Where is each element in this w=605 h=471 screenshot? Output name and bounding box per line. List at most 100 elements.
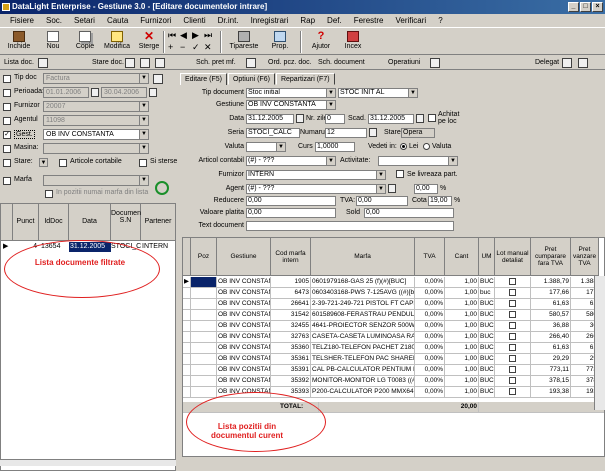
header-punct[interactable]: Punct (13, 204, 39, 241)
table-row[interactable]: OB INV CONSTAN 35391 CAL PB-CALCULATOR PEN… (183, 365, 604, 376)
lot-checkbox-box[interactable] (509, 277, 516, 285)
prev-record-icon[interactable]: ◀ (180, 30, 187, 41)
lot-checkbox-box[interactable] (509, 288, 516, 296)
header-marfa[interactable]: Marfa (311, 238, 415, 276)
gest-checkbox[interactable]: ✓ (3, 131, 11, 139)
table-row[interactable]: OB INV CONSTAN 6473 0603403168-PWS 7-125AV… (183, 288, 604, 299)
gest-select[interactable]: OB INV CONSTANTA ▼ (43, 129, 149, 140)
articole-checkbox[interactable] (59, 159, 67, 167)
lot-checkbox[interactable] (495, 365, 531, 375)
marfa-select[interactable]: ▼ (43, 175, 149, 186)
calendar-icon[interactable] (416, 114, 424, 123)
header-cod-marfa[interactable]: Cod marfa intern (271, 238, 311, 276)
perioada-checkbox[interactable] (3, 89, 11, 97)
menu-verificari[interactable]: Verificari (390, 14, 433, 27)
copie-button[interactable]: Copie (70, 30, 100, 54)
printer-icon[interactable] (153, 74, 163, 84)
lot-checkbox-box[interactable] (509, 365, 516, 373)
tip-document-code[interactable]: STOC INIT AL ▼ (338, 88, 418, 98)
lei-radio[interactable] (400, 143, 407, 150)
table-row[interactable]: OB INV CONSTAN 32455 4641-PROIECTOR SENZOR… (183, 321, 604, 332)
sch-document-button[interactable]: Sch. document (318, 57, 365, 69)
agentul-checkbox[interactable] (3, 117, 11, 125)
lot-checkbox-box[interactable] (509, 332, 516, 340)
tab-editare[interactable]: Editare (F5) (180, 73, 227, 85)
tab-repartizari[interactable]: Repartizari (F7) (275, 73, 335, 85)
data-field[interactable]: 31.12.2005 (246, 114, 294, 124)
lot-checkbox[interactable] (495, 288, 531, 298)
stare-doc-icon-2[interactable] (140, 58, 150, 68)
scadenta-field[interactable]: 31.12.2005 (368, 114, 414, 124)
menu-help[interactable]: ? (432, 14, 448, 27)
header-tva[interactable]: TVA (415, 238, 445, 276)
tip-document-select[interactable]: Stoc initial ▼ (246, 88, 336, 98)
stare-doc-button[interactable]: Stare doc. (92, 57, 124, 69)
post-record-icon[interactable]: ✓ (192, 42, 200, 53)
lot-checkbox[interactable] (495, 321, 531, 331)
lot-checkbox-box[interactable] (509, 387, 516, 395)
agent-select[interactable]: (#) - ??? ▼ (246, 184, 386, 194)
sch-pret-icon[interactable] (246, 58, 256, 68)
chevron-down-icon[interactable]: ▼ (39, 158, 48, 167)
menu-soc[interactable]: Soc. (40, 14, 68, 27)
maximize-button[interactable]: □ (580, 2, 591, 12)
lookup-icon[interactable] (388, 184, 396, 193)
lot-checkbox[interactable] (495, 299, 531, 309)
tip-doc-select[interactable]: Factura ▼ (43, 73, 149, 84)
valoare-platita-field[interactable]: 0,00 (246, 208, 336, 218)
table-row[interactable]: OB INV CONSTAN 35360 TELZ180-TELEFON PACHE… (183, 343, 604, 354)
sch-pret-button[interactable]: Sch. pret mf. (196, 57, 236, 69)
delegat-button[interactable]: Delegat (535, 57, 559, 69)
menu-setari[interactable]: Setari (68, 14, 101, 27)
table-row[interactable]: OB INV CONSTAN 31542 601589608-FERASTRAU P… (183, 310, 604, 321)
header-lot[interactable]: Lot manual detaliat (495, 238, 531, 276)
header-pret-cumparare[interactable]: Pret cumparare fara TVA (531, 238, 571, 276)
menu-fisiere[interactable]: Fisiere (4, 14, 40, 27)
agentul-select[interactable]: 11098 ▼ (43, 115, 149, 126)
header-poz[interactable]: Poz (191, 238, 217, 276)
header-um[interactable]: UM (479, 238, 495, 276)
menu-rap[interactable]: Rap (294, 14, 321, 27)
incex-button[interactable]: Incex (338, 30, 368, 54)
sterge-button[interactable]: ✕ Sterge (134, 30, 164, 54)
ajutor-button[interactable]: ? Ajutor (306, 30, 336, 54)
operatiuni-icon[interactable] (430, 58, 440, 68)
table-row[interactable]: OB INV CONSTAN 35392 MONITOR-MONITOR LG T0… (183, 376, 604, 387)
se-livreaza-checkbox[interactable] (396, 170, 404, 178)
lot-checkbox-box[interactable] (509, 343, 516, 351)
valuta-select[interactable]: ▼ (246, 142, 286, 152)
header-partener[interactable]: Partener (141, 204, 176, 241)
numarul-field[interactable]: 12 (325, 128, 367, 138)
prop-button[interactable]: Prop. (263, 30, 297, 54)
seria-field[interactable]: STOCI_CALC (246, 128, 300, 138)
lot-checkbox-box[interactable] (509, 299, 516, 307)
lista-doc-icon[interactable] (38, 58, 48, 68)
stare-doc-icon[interactable] (125, 58, 135, 68)
close-button[interactable]: × (592, 2, 603, 12)
menu-drint[interactable]: Dr.int. (212, 14, 245, 27)
lot-checkbox-box[interactable] (509, 354, 516, 362)
furnizor-select[interactable]: 20007 ▼ (43, 101, 149, 112)
valuta-radio[interactable] (423, 143, 430, 150)
header-data[interactable]: Data (69, 204, 111, 241)
delegat-icon-2[interactable] (578, 58, 588, 68)
lot-checkbox[interactable] (495, 376, 531, 386)
table-row[interactable]: OB INV CONSTAN 26641 2-39-721-249-721 PIST… (183, 299, 604, 310)
lot-checkbox-box[interactable] (509, 310, 516, 318)
table-row[interactable]: ▶ OB INV CONSTAN 1905 0601979168-GAS 25 (f)… (183, 277, 604, 288)
header-gestiune[interactable]: Gestiune (217, 238, 271, 276)
header-iddoc[interactable]: IdDoc (39, 204, 69, 241)
lot-checkbox-box[interactable] (509, 321, 516, 329)
articol-select[interactable]: (#) - ??? ▼ (246, 156, 336, 166)
marfa-checkbox[interactable] (3, 177, 11, 185)
last-record-icon[interactable]: ⏭ (204, 30, 212, 41)
header-cant[interactable]: Cant (445, 238, 479, 276)
lot-checkbox[interactable] (495, 332, 531, 342)
reducere-field[interactable]: 0,00 (246, 196, 336, 206)
calendar-icon[interactable] (149, 88, 157, 97)
calendar-icon[interactable] (296, 114, 304, 123)
modifica-button[interactable]: Modifica (101, 30, 133, 54)
calendar-icon[interactable] (91, 88, 99, 97)
lista-doc-button[interactable]: Lista doc. (4, 57, 34, 69)
menu-ferestre[interactable]: Ferestre (348, 14, 390, 27)
